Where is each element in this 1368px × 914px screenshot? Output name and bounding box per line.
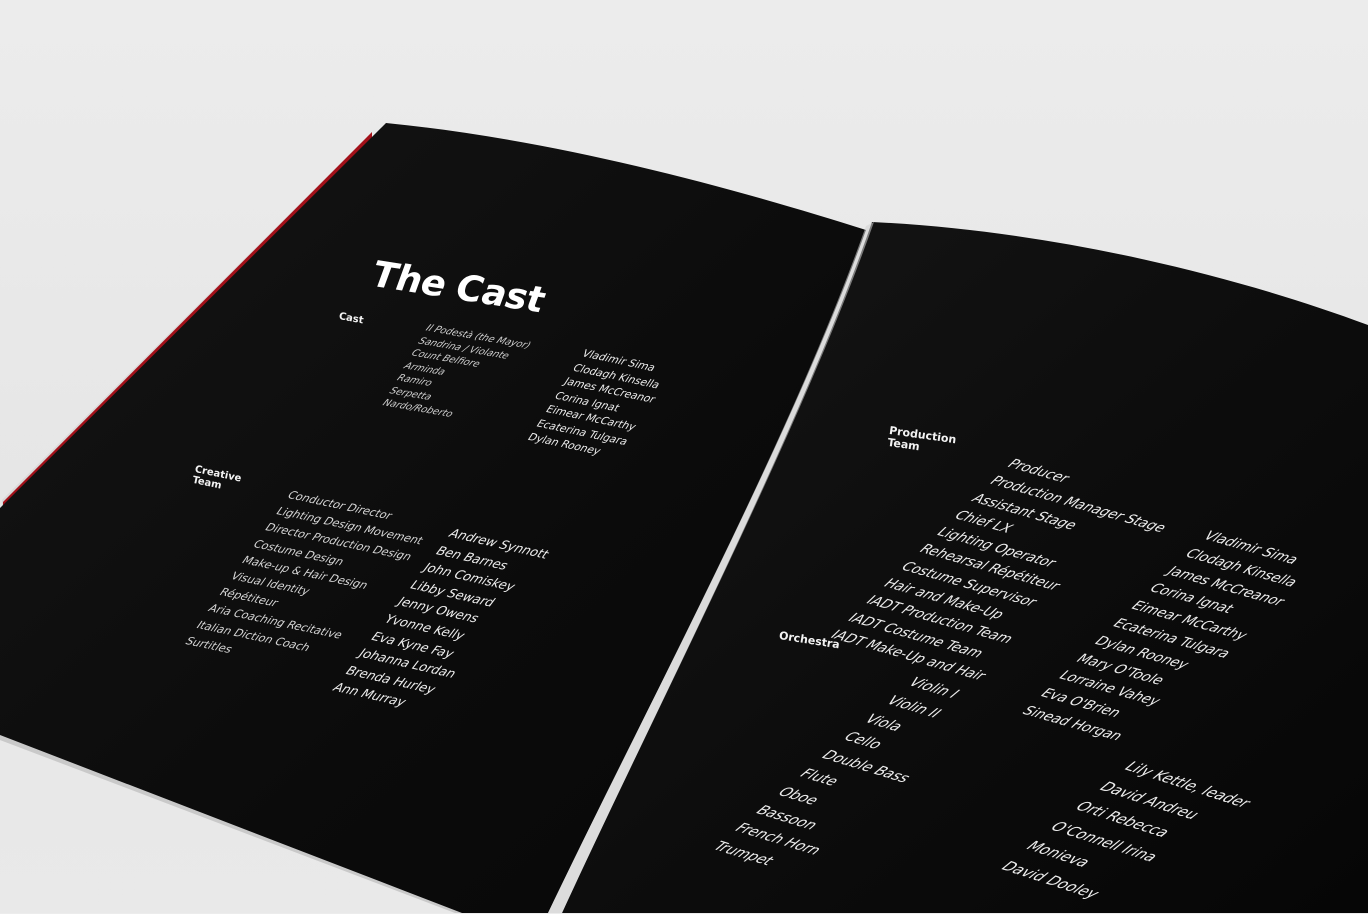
booklet-photo: The Cast Cast Il Podestà (the Mayor) San… <box>0 0 1368 913</box>
